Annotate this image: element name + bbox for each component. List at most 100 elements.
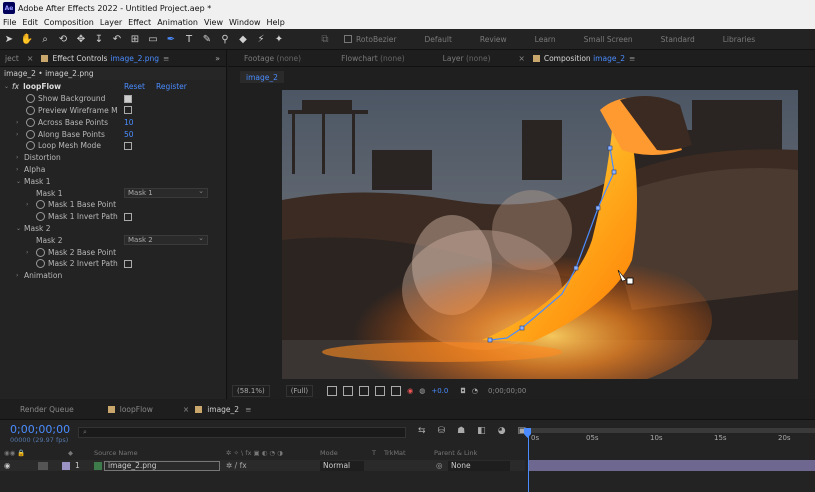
draft-3d-icon[interactable]: ⛁	[438, 426, 446, 436]
close-icon[interactable]: ×	[519, 54, 525, 63]
layer-search-input[interactable]: ⌕	[78, 427, 406, 438]
orbit-tool-icon[interactable]: ⟲	[56, 32, 70, 46]
transparency-grid-icon[interactable]	[343, 386, 354, 396]
anchor-point-tool-icon[interactable]: ⊞	[128, 32, 142, 46]
stopwatch-icon[interactable]	[36, 212, 45, 222]
current-time-display[interactable]: 0;00;00;00	[10, 423, 70, 436]
comp-flowchart-icon[interactable]: ⇆	[418, 426, 426, 436]
time-ruler[interactable]: 0s 05s 10s 15s 20s	[524, 424, 815, 492]
hand-tool-icon[interactable]: ✋	[20, 32, 34, 46]
motion-blur-icon[interactable]: ◕	[498, 426, 506, 436]
tab-image2[interactable]: image_2 ≡	[195, 405, 251, 414]
register-link[interactable]: Register	[156, 82, 187, 91]
tab-loopflow[interactable]: loopFlow	[107, 405, 153, 414]
blend-mode-dropdown[interactable]: Normal	[320, 460, 364, 471]
snapshot-icon[interactable]: ◘	[460, 387, 466, 395]
mask-visibility-icon[interactable]	[375, 386, 386, 396]
exposure-value[interactable]: +0.0	[431, 387, 448, 395]
group-animation[interactable]: › Animation	[0, 270, 226, 282]
work-area-bar[interactable]	[528, 428, 815, 433]
effect-header[interactable]: ⌄ fx loopFlow Reset Register	[0, 81, 226, 93]
col-trkmat[interactable]: TrkMat	[384, 449, 406, 459]
tab-footage[interactable]: Footage (none)	[244, 54, 301, 63]
stopwatch-icon[interactable]	[26, 117, 35, 127]
expand-arrow-icon[interactable]: ›	[26, 249, 34, 256]
rotobezier-toggle[interactable]: RotoBezier	[344, 35, 396, 44]
tab-flowchart[interactable]: Flowchart (none)	[341, 54, 405, 63]
col-mode[interactable]: Mode	[320, 449, 338, 459]
collapse-arrow-icon[interactable]: ⌄	[16, 225, 24, 232]
group-mask1[interactable]: ⌄ Mask 1	[0, 175, 226, 187]
menu-composition[interactable]: Composition	[44, 18, 94, 27]
layer-row[interactable]: ◉ 1 image_2.png ✲ / fx Normal ◎ None	[0, 460, 525, 471]
show-background-checkbox[interactable]	[124, 94, 132, 103]
close-icon[interactable]: ×	[183, 405, 189, 414]
roto-brush-tool-icon[interactable]: ⚡	[254, 32, 268, 46]
tab-render-queue[interactable]: Render Queue	[20, 405, 74, 414]
expand-arrow-icon[interactable]: ›	[16, 154, 24, 161]
stopwatch-icon[interactable]	[26, 129, 35, 139]
mask2-invert-checkbox[interactable]	[124, 259, 132, 268]
across-base-points-value[interactable]: 10	[124, 118, 134, 127]
workspace-small-screen[interactable]: Small Screen	[584, 35, 633, 44]
layer-label-icon[interactable]	[62, 461, 70, 470]
layer-duration-bar[interactable]	[528, 460, 815, 471]
brush-tool-icon[interactable]: ✎	[200, 32, 214, 46]
pan-tool-icon[interactable]: ✥	[74, 32, 88, 46]
zoom-dropdown[interactable]: (58.1%)	[232, 385, 270, 397]
expand-arrow-icon[interactable]: ›	[26, 201, 34, 208]
color-channel-icon[interactable]: ◉	[407, 387, 413, 395]
collapse-arrow-icon[interactable]: ⌄	[16, 178, 24, 185]
stopwatch-icon[interactable]	[26, 105, 35, 115]
rotobezier-checkbox[interactable]	[344, 35, 352, 43]
workspace-default[interactable]: Default	[424, 35, 451, 44]
group-distortion[interactable]: › Distortion	[0, 152, 226, 164]
tab-composition[interactable]: Composition image_2 ≡	[532, 54, 635, 63]
menu-help[interactable]: Help	[267, 18, 285, 27]
panel-menu-icon[interactable]: ≡	[245, 405, 251, 414]
stopwatch-icon[interactable]	[36, 247, 45, 257]
playhead-handle-icon[interactable]	[524, 428, 531, 438]
menu-view[interactable]: View	[204, 18, 223, 27]
pick-whip-icon[interactable]: ◎	[436, 461, 443, 470]
region-of-interest-icon[interactable]	[359, 386, 370, 396]
reset-link[interactable]: Reset	[124, 82, 145, 91]
menu-window[interactable]: Window	[229, 18, 261, 27]
col-t[interactable]: T	[372, 449, 376, 459]
workspace-standard[interactable]: Standard	[661, 35, 695, 44]
expand-arrow-icon[interactable]: ›	[16, 119, 24, 126]
close-icon[interactable]: ×	[27, 54, 34, 63]
collapse-arrow-icon[interactable]: ⌄	[4, 83, 12, 90]
group-alpha[interactable]: › Alpha	[0, 164, 226, 176]
expand-arrow-icon[interactable]: ›	[16, 131, 24, 138]
zoom-tool-icon[interactable]: ⌕	[38, 32, 52, 46]
expand-arrow-icon[interactable]: ›	[16, 272, 24, 279]
label-color-swatch[interactable]	[38, 461, 48, 470]
panel-menu-icon[interactable]: ≡	[163, 54, 169, 63]
col-source-name[interactable]: Source Name	[94, 449, 138, 459]
composition-viewer[interactable]	[282, 90, 798, 379]
expand-arrow-icon[interactable]: ›	[16, 166, 24, 173]
layer-switches-icons[interactable]: ✲ / fx	[226, 461, 247, 470]
snapping-icon[interactable]: ⧉	[318, 32, 332, 46]
workspace-review[interactable]: Review	[480, 35, 507, 44]
menu-effect[interactable]: Effect	[128, 18, 151, 27]
type-tool-icon[interactable]: T	[182, 32, 196, 46]
eraser-tool-icon[interactable]: ◆	[236, 32, 250, 46]
panel-overflow-icon[interactable]: »	[215, 54, 220, 63]
col-parent[interactable]: Parent & Link	[434, 449, 477, 459]
stopwatch-icon[interactable]	[26, 141, 35, 151]
tab-project[interactable]: ject	[0, 50, 24, 67]
menu-edit[interactable]: Edit	[22, 18, 38, 27]
group-mask2[interactable]: ⌄ Mask 2	[0, 223, 226, 235]
puppet-tool-icon[interactable]: ✦	[272, 32, 286, 46]
mask1-dropdown[interactable]: Mask 1	[124, 187, 208, 199]
loop-mesh-mode-checkbox[interactable]	[124, 141, 132, 150]
viewer-timecode[interactable]: 0;00;00;00	[488, 387, 526, 395]
menu-animation[interactable]: Animation	[157, 18, 198, 27]
menu-file[interactable]: File	[3, 18, 16, 27]
shy-layers-icon[interactable]: ☗	[457, 426, 465, 436]
stopwatch-icon[interactable]	[36, 200, 45, 210]
tab-layer[interactable]: Layer (none)	[443, 54, 491, 63]
rotation-tool-icon[interactable]: ↶	[110, 32, 124, 46]
